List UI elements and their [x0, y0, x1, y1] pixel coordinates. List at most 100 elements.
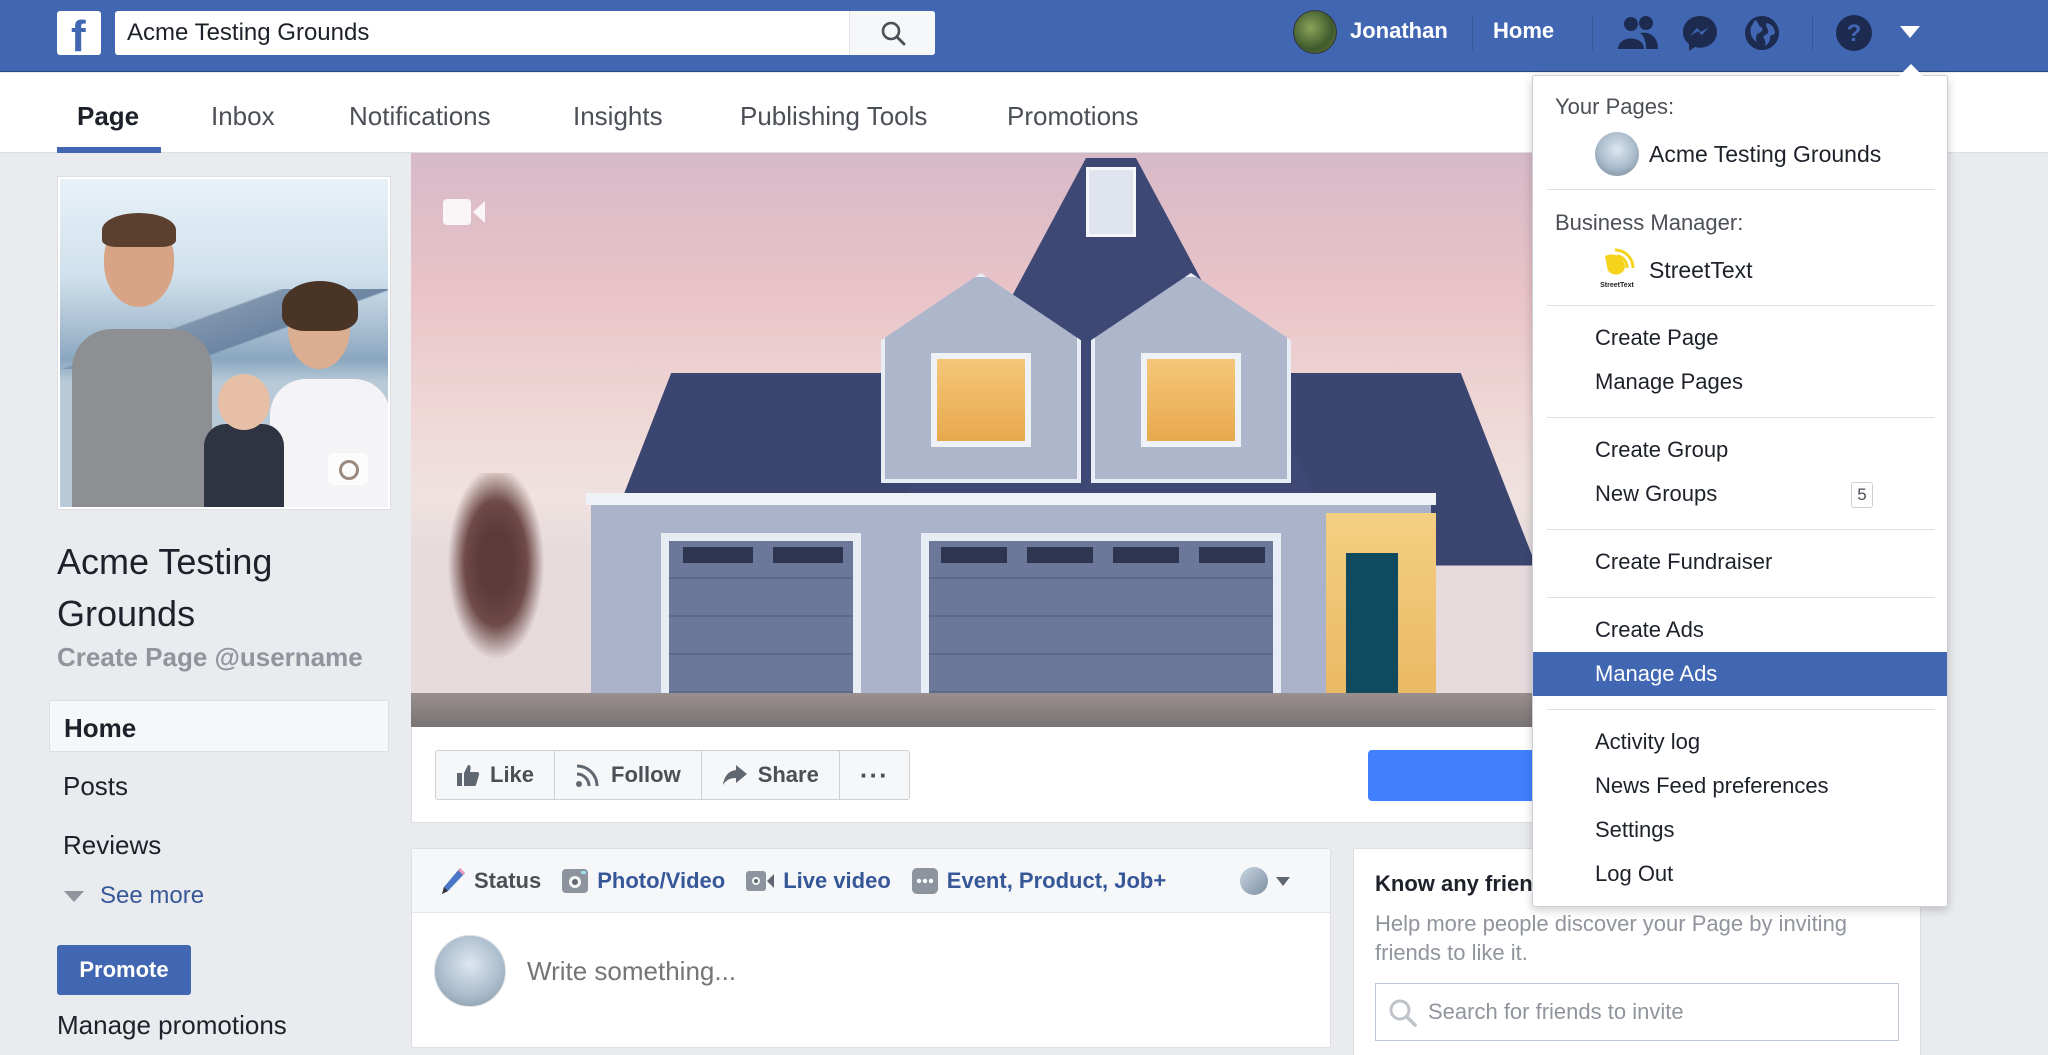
- divider: [1547, 189, 1935, 190]
- search-button[interactable]: [849, 11, 935, 55]
- menu-item-label: New Groups: [1595, 481, 1718, 506]
- menu-manage-ads[interactable]: Manage Ads: [1533, 652, 1947, 696]
- cover-house-vent: [1086, 167, 1136, 237]
- account-dropdown-menu: Your Pages: Acme Testing Grounds Busines…: [1532, 75, 1948, 907]
- your-pages-header: Your Pages:: [1555, 94, 1675, 119]
- cover-photo[interactable]: [411, 153, 1541, 727]
- menu-news-feed-preferences[interactable]: News Feed preferences: [1533, 764, 1947, 808]
- composer-tab-label: Event, Product, Job+: [946, 867, 1167, 893]
- menu-activity-log[interactable]: Activity log: [1533, 720, 1947, 764]
- page-action-buttons: Like Follow Share ···: [435, 750, 910, 800]
- menu-log-out[interactable]: Log Out: [1533, 852, 1947, 896]
- page-avatar: [1595, 132, 1639, 176]
- composer-tab-photo-video[interactable]: Photo/Video: [561, 867, 725, 895]
- composer-tab-live-video[interactable]: Live video: [745, 868, 891, 894]
- share-arrow-icon: [722, 765, 747, 785]
- user-avatar[interactable]: [1293, 10, 1337, 54]
- tab-publishing-tools[interactable]: Publishing Tools: [740, 101, 927, 132]
- left-nav-posts[interactable]: Posts: [49, 759, 389, 811]
- create-username-link[interactable]: Create Page @username: [57, 642, 363, 673]
- help-button[interactable]: ?: [1832, 13, 1876, 53]
- home-link[interactable]: Home: [1493, 18, 1554, 44]
- chevron-down-icon: [1276, 876, 1290, 886]
- follow-button[interactable]: Follow: [555, 751, 702, 799]
- menu-create-fundraiser[interactable]: Create Fundraiser: [1533, 540, 1947, 584]
- composer-tab-label: Status: [474, 867, 542, 893]
- composer-tabs: Status Photo/Video Live video Event, Pro…: [412, 849, 1330, 913]
- divider: [1547, 709, 1935, 710]
- cover-house-window: [931, 353, 1031, 447]
- menu-create-page[interactable]: Create Page: [1533, 316, 1947, 360]
- manage-promotions-link[interactable]: Manage promotions: [57, 1010, 287, 1041]
- new-groups-count-badge: 5: [1851, 482, 1873, 508]
- streettext-logo: StreetText: [1595, 248, 1639, 292]
- messenger-button[interactable]: [1678, 13, 1722, 53]
- like-label: Like: [490, 762, 535, 787]
- dropdown-page-acme-testing-grounds[interactable]: Acme Testing Grounds: [1595, 132, 1881, 176]
- tab-promotions[interactable]: Promotions: [1007, 101, 1139, 132]
- dropdown-page-label: Acme Testing Grounds: [1649, 140, 1882, 167]
- account-menu-caret-icon[interactable]: [1900, 26, 1920, 38]
- divider: [1812, 16, 1813, 50]
- search-icon: [881, 21, 905, 46]
- divider: [1592, 16, 1593, 50]
- menu-create-ads[interactable]: Create Ads: [1533, 608, 1947, 652]
- video-camera-icon[interactable]: [443, 197, 487, 227]
- menu-settings[interactable]: Settings: [1533, 808, 1947, 852]
- facebook-logo[interactable]: f: [57, 11, 101, 61]
- menu-manage-pages[interactable]: Manage Pages: [1533, 360, 1947, 404]
- messenger-icon: [1683, 16, 1717, 51]
- invite-search-box: [1375, 983, 1899, 1041]
- divider: [1547, 305, 1935, 306]
- more-actions-button[interactable]: ···: [840, 751, 909, 799]
- page-profile-picture[interactable]: [57, 176, 391, 510]
- notifications-button[interactable]: [1740, 13, 1784, 53]
- profile-link[interactable]: Jonathan: [1350, 18, 1448, 44]
- tab-page[interactable]: Page: [77, 101, 139, 132]
- top-navigation-bar: f Jonathan Home ?: [0, 0, 2048, 72]
- left-nav-home[interactable]: Home: [49, 700, 389, 752]
- share-button[interactable]: Share: [702, 751, 840, 799]
- rss-follow-icon: [576, 764, 599, 787]
- page-cta-button[interactable]: [1368, 750, 1548, 801]
- menu-create-group[interactable]: Create Group: [1533, 428, 1947, 472]
- promote-button[interactable]: Promote: [57, 945, 191, 995]
- left-nav-reviews[interactable]: Reviews: [49, 818, 389, 870]
- cover-tree: [441, 473, 551, 673]
- cover-house-window: [1141, 353, 1241, 447]
- more-options-icon: ···: [859, 759, 889, 790]
- update-photo-camera-icon[interactable]: [328, 453, 368, 485]
- tab-insights[interactable]: Insights: [573, 101, 663, 132]
- search-bar: [115, 11, 935, 55]
- help-icon: ?: [1836, 15, 1872, 51]
- invite-friends-search-input[interactable]: [1428, 994, 1868, 1030]
- streettext-logo-icon: StreetText: [1600, 248, 1635, 289]
- post-as-selector[interactable]: [1240, 867, 1290, 895]
- share-label: Share: [757, 762, 819, 787]
- tab-inbox[interactable]: Inbox: [211, 101, 275, 132]
- divider: [1547, 529, 1935, 530]
- friend-requests-icon: [1618, 16, 1658, 49]
- post-text-input[interactable]: [527, 953, 1287, 989]
- page-title: Acme Testing Grounds: [57, 541, 273, 634]
- composer-tab-status[interactable]: Status: [440, 867, 541, 895]
- dropdown-business-streettext[interactable]: StreetText StreetText: [1595, 248, 1753, 292]
- like-button[interactable]: Like: [436, 751, 556, 799]
- live-video-icon: [746, 870, 775, 891]
- friend-requests-button[interactable]: [1616, 13, 1660, 53]
- divider: [1472, 16, 1473, 50]
- see-more-link[interactable]: See more: [64, 882, 204, 910]
- menu-new-groups[interactable]: New Groups 5: [1533, 472, 1947, 516]
- page-avatar: [1240, 867, 1268, 895]
- tab-notifications[interactable]: Notifications: [349, 101, 491, 132]
- composer-tab-event-product-job[interactable]: Event, Product, Job+: [911, 867, 1166, 895]
- composer-page-avatar: [434, 935, 506, 1007]
- more-options-icon: [911, 867, 938, 894]
- dropdown-pointer: [1899, 64, 1923, 76]
- divider: [1547, 417, 1935, 418]
- search-input[interactable]: [127, 11, 827, 55]
- thumbs-up-icon: [457, 765, 480, 786]
- business-manager-header: Business Manager:: [1555, 210, 1744, 235]
- svg-text:StreetText: StreetText: [1600, 282, 1634, 289]
- see-more-label: See more: [100, 882, 205, 909]
